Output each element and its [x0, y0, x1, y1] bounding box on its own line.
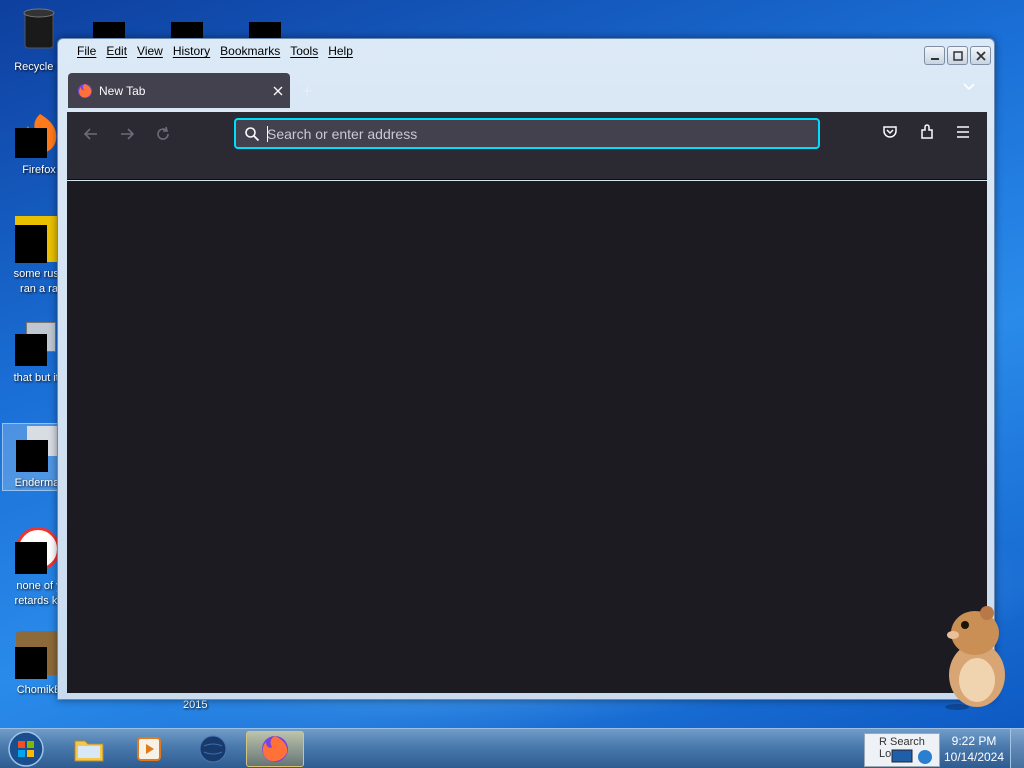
- taskbar: R Search Lo 9:22 PM 10/14/2024: [0, 728, 1024, 768]
- chevron-down-icon[interactable]: [962, 81, 976, 91]
- hamburger-menu-icon[interactable]: [954, 123, 972, 141]
- clock-date: 10/14/2024: [943, 750, 1005, 764]
- page-content[interactable]: [67, 181, 987, 693]
- back-arrow-icon[interactable]: [81, 124, 101, 144]
- start-button[interactable]: [6, 730, 46, 768]
- menu-history[interactable]: History: [168, 42, 215, 60]
- menu-help[interactable]: Help: [323, 42, 358, 60]
- forward-arrow-icon[interactable]: [117, 124, 137, 144]
- search-icon: [245, 127, 260, 142]
- close-icon: [975, 50, 986, 61]
- tab-close-button[interactable]: [266, 83, 290, 99]
- address-bar[interactable]: [234, 118, 820, 149]
- recycle-bin-icon: [23, 8, 55, 49]
- maximize-button[interactable]: [947, 46, 968, 65]
- menu-view[interactable]: View: [132, 42, 168, 60]
- clock-time: 9:22 PM: [951, 734, 997, 748]
- taskbar-app-globe[interactable]: [184, 731, 242, 767]
- monitor-icon: [891, 749, 913, 763]
- menu-tools[interactable]: Tools: [285, 42, 323, 60]
- tab-title: New Tab: [99, 83, 146, 98]
- menu-file[interactable]: File: [72, 42, 101, 60]
- redacted-icon: [15, 542, 47, 574]
- network-icon: [918, 750, 932, 764]
- url-input[interactable]: [267, 124, 807, 144]
- redacted-icon: [16, 440, 48, 472]
- maximize-icon: [952, 50, 963, 61]
- pocket-icon[interactable]: [881, 123, 899, 141]
- folder-icon: [74, 740, 104, 762]
- show-desktop-button[interactable]: [1010, 729, 1024, 768]
- extensions-icon[interactable]: [918, 123, 936, 141]
- globe-icon: [199, 735, 227, 763]
- stray-desktop-label: 2015: [183, 699, 208, 711]
- redacted-icon: [15, 334, 47, 366]
- menu-bookmarks[interactable]: Bookmarks: [215, 42, 285, 60]
- taskbar-firefox[interactable]: [246, 731, 304, 767]
- firefox-icon: [262, 736, 288, 762]
- close-button[interactable]: [970, 46, 991, 65]
- reload-icon[interactable]: [153, 124, 173, 144]
- system-clock[interactable]: 9:22 PM 10/14/2024: [941, 733, 1007, 765]
- redacted-icon: [15, 225, 47, 263]
- firefox-icon: [78, 83, 92, 98]
- window-controls: [924, 46, 991, 65]
- minimize-button[interactable]: [924, 46, 945, 65]
- tray-notification[interactable]: R Search Lo: [864, 733, 940, 767]
- nav-toolbar: [67, 112, 987, 180]
- hamster-image: [945, 606, 1005, 710]
- redacted-icon: [15, 647, 47, 679]
- redacted-icon: [15, 128, 47, 158]
- menu-bar: File Edit View History Bookmarks Tools H…: [72, 42, 358, 60]
- media-player-icon: [137, 737, 161, 761]
- firefox-window[interactable]: File Edit View History Bookmarks Tools H…: [57, 38, 995, 700]
- menu-edit[interactable]: Edit: [101, 42, 132, 60]
- minimize-icon: [930, 57, 939, 60]
- text-caret: [267, 126, 268, 142]
- close-icon: [273, 86, 283, 95]
- tab-new-tab[interactable]: New Tab: [68, 73, 290, 108]
- taskbar-explorer[interactable]: [60, 731, 118, 767]
- taskbar-media-player[interactable]: [120, 731, 178, 767]
- new-tab-button[interactable]: +: [302, 81, 313, 102]
